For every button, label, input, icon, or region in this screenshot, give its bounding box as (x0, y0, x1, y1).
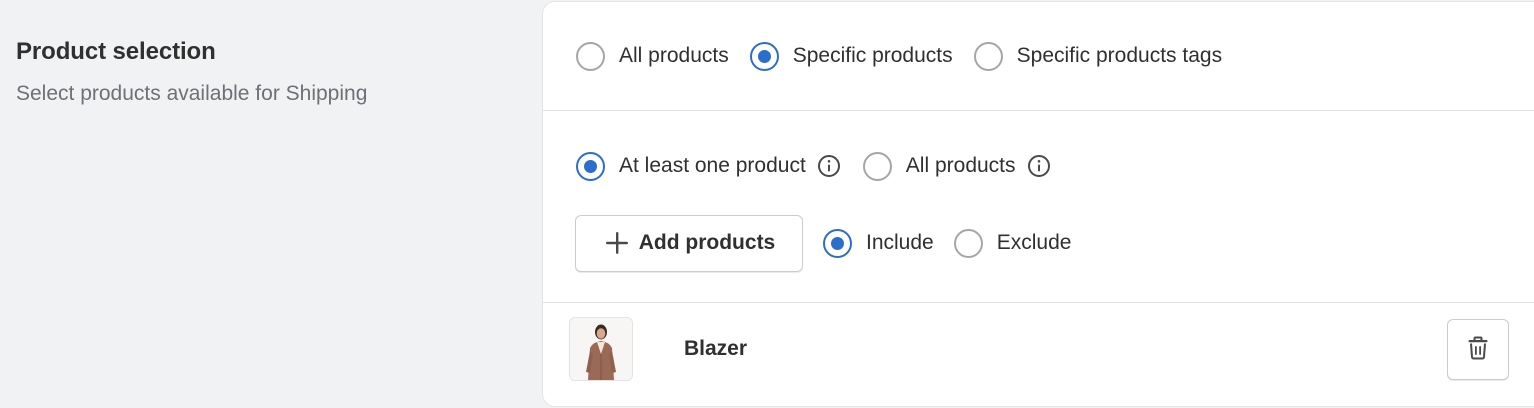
radio-label: Specific products tags (1016, 44, 1223, 67)
info-icon[interactable] (1027, 154, 1051, 178)
match-all-products-option[interactable]: All products (862, 151, 1016, 181)
blazer-thumbnail (569, 317, 633, 381)
section-description: Select products available for Shipping (16, 82, 368, 105)
product-selection-card: All products Specific products Specific … (543, 2, 1534, 406)
radio-label: Include (866, 231, 934, 254)
add-products-label: Add products (638, 231, 776, 254)
product-list-item: Blazer (569, 317, 1509, 381)
scope-specific-products-option[interactable]: Specific products (749, 41, 953, 71)
include-radio[interactable] (823, 228, 852, 258)
scope-specific-tags-option[interactable]: Specific products tags (973, 41, 1223, 71)
divider (543, 302, 1534, 303)
divider (543, 110, 1534, 111)
add-products-button[interactable]: Add products (575, 214, 803, 272)
include-option[interactable]: Include (823, 228, 934, 258)
scope-specific-tags-radio[interactable] (973, 41, 1003, 71)
plus-icon (603, 229, 631, 257)
radio-label: All products (619, 44, 729, 67)
scope-specific-products-radio[interactable] (749, 41, 779, 71)
scope-all-products-radio[interactable] (576, 41, 605, 71)
info-icon[interactable] (817, 154, 841, 178)
scope-all-products-option[interactable]: All products (576, 41, 729, 71)
section-header: Product selection Select products availa… (16, 38, 367, 106)
radio-label: All products (905, 154, 1016, 177)
exclude-radio[interactable] (953, 228, 983, 258)
match-all-products-radio[interactable] (862, 151, 892, 181)
match-radio-group: At least one product All products (576, 150, 1051, 182)
radio-label: Specific products (792, 44, 953, 67)
product-name: Blazer (684, 337, 748, 360)
add-products-row: Add products Include Exclude (575, 214, 1071, 272)
radio-label: At least one product (619, 154, 806, 177)
trash-icon (1465, 335, 1491, 364)
remove-product-button[interactable] (1447, 319, 1509, 380)
match-at-least-one-option[interactable]: At least one product (576, 151, 806, 181)
scope-radio-group: All products Specific products Specific … (576, 40, 1222, 72)
exclude-option[interactable]: Exclude (953, 228, 1072, 258)
match-at-least-one-radio[interactable] (576, 151, 605, 181)
page: Product selection Select products availa… (0, 0, 1534, 408)
radio-label: Exclude (996, 231, 1072, 254)
section-title: Product selection (16, 38, 216, 65)
